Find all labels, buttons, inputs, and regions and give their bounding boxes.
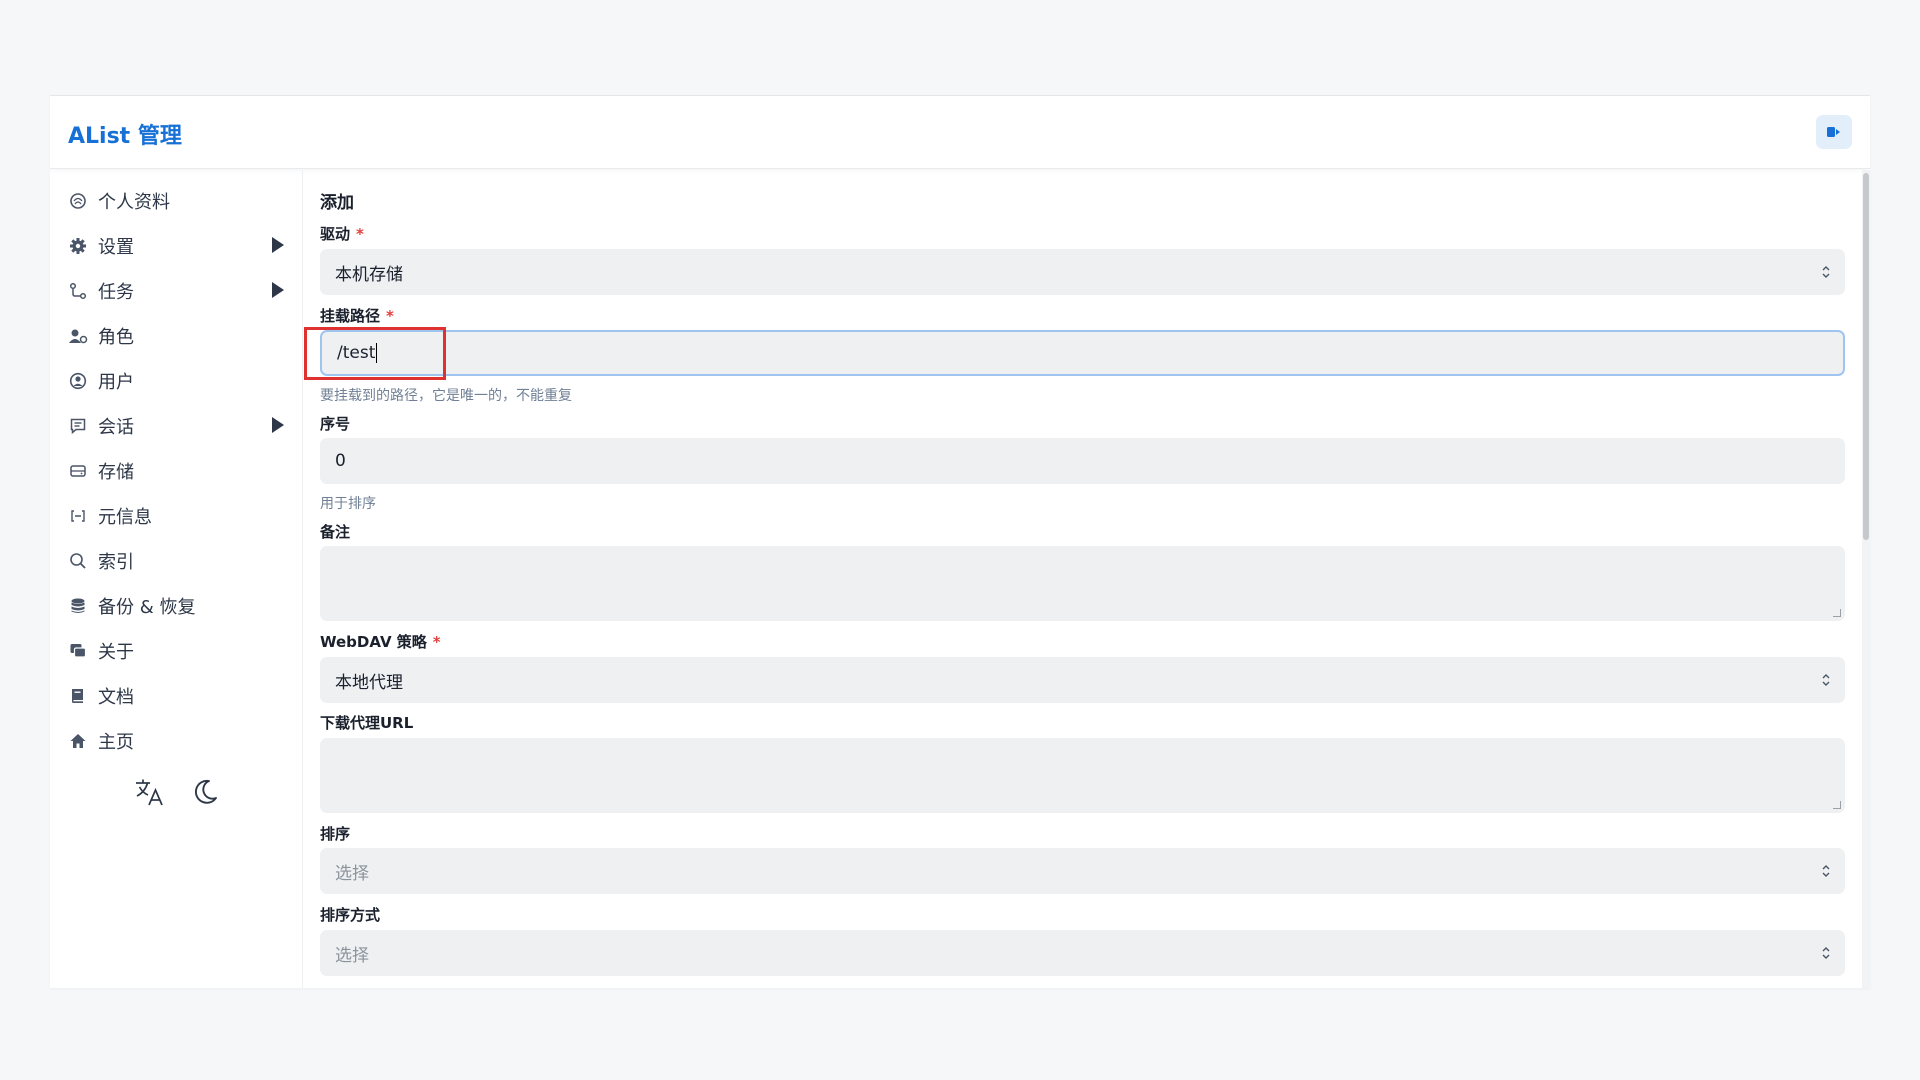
- gear-icon: [68, 236, 88, 256]
- resize-handle-icon[interactable]: [1833, 609, 1841, 617]
- sidebar-item-tasks[interactable]: 任务: [50, 268, 302, 313]
- sidebar-item-label: 个人资料: [98, 191, 170, 213]
- main-scrollbar[interactable]: [1862, 170, 1870, 988]
- driver-label: 驱动 *: [320, 225, 364, 243]
- sidebar-item-label: 主页: [98, 731, 134, 753]
- chevron-updown-icon: [1822, 674, 1830, 686]
- sort-select-placeholder: 选择: [335, 863, 369, 884]
- storage-icon: [68, 461, 88, 481]
- webdav-select-value: 本地代理: [335, 672, 403, 693]
- book-icon: [68, 686, 88, 706]
- sidebar-item-home[interactable]: 主页: [50, 718, 302, 763]
- logout-button[interactable]: [1816, 115, 1852, 149]
- search-icon: [68, 551, 88, 571]
- sort-direction-label: 排序方式: [320, 906, 381, 924]
- mount-path-hint: 要挂载到的路径，它是唯一的，不能重复: [320, 388, 572, 404]
- sidebar-tools: [132, 775, 222, 809]
- logout-icon: [1827, 127, 1840, 137]
- webdav-select[interactable]: 本地代理: [320, 657, 1845, 703]
- sort-select[interactable]: 选择: [320, 848, 1845, 894]
- profile-icon: [68, 191, 88, 211]
- remark-textarea[interactable]: [320, 546, 1845, 621]
- expand-arrow-icon[interactable]: [272, 282, 284, 298]
- sidebar-item-label: 存储: [98, 461, 134, 483]
- form-title: 添加: [320, 193, 354, 213]
- order-value: 0: [335, 451, 346, 471]
- chevron-updown-icon: [1822, 865, 1830, 877]
- dark-mode-icon[interactable]: [188, 775, 222, 809]
- remark-label: 备注: [320, 523, 351, 541]
- sort-direction-select[interactable]: 选择: [320, 930, 1845, 976]
- tasks-icon: [68, 281, 88, 301]
- sidebar-item-docs[interactable]: 文档: [50, 673, 302, 718]
- mount-path-label: 挂载路径 *: [320, 307, 394, 325]
- sidebar-item-label: 设置: [98, 236, 134, 258]
- home-icon: [68, 731, 88, 751]
- sidebar-item-sessions[interactable]: 会话: [50, 403, 302, 448]
- sidebar-item-label: 用户: [98, 371, 134, 393]
- sidebar-item-label: 会话: [98, 416, 134, 438]
- driver-select-value: 本机存储: [335, 264, 403, 285]
- proxy-url-label: 下载代理URL: [320, 714, 414, 732]
- sidebar-item-label: 索引: [98, 551, 134, 573]
- sidebar-item-profile[interactable]: 个人资料: [50, 178, 302, 223]
- session-icon: [68, 416, 88, 436]
- text-caret: [376, 343, 378, 363]
- sidebar-item-label: 任务: [98, 281, 134, 303]
- mount-path-input[interactable]: /test: [320, 330, 1845, 376]
- sort-direction-placeholder: 选择: [335, 945, 369, 966]
- sidebar-item-label: 文档: [98, 686, 134, 708]
- sidebar-item-meta[interactable]: 元信息: [50, 493, 302, 538]
- order-hint: 用于排序: [320, 496, 376, 512]
- storage-form: 添加 驱动 * 本机存储 挂载路径 * /test 要挂载到的路径，它是唯一的，不能…: [320, 170, 1845, 988]
- resize-handle-icon[interactable]: [1833, 801, 1841, 809]
- sidebar-item-users[interactable]: 用户: [50, 358, 302, 403]
- webdav-label: WebDAV 策略 *: [320, 633, 441, 651]
- sidebar-item-backup[interactable]: 备份 & 恢复: [50, 583, 302, 628]
- sidebar-item-storage[interactable]: 存储: [50, 448, 302, 493]
- sidebar-item-index[interactable]: 索引: [50, 538, 302, 583]
- user-icon: [68, 371, 88, 391]
- expand-arrow-icon[interactable]: [272, 417, 284, 433]
- scrollbar-thumb[interactable]: [1863, 173, 1869, 540]
- mount-path-value: /test: [337, 343, 376, 363]
- sidebar: 个人资料 设置 任务 角色 用户 会话 存储 元信息 索引 备份 & 恢复 关于…: [50, 170, 303, 988]
- driver-select[interactable]: 本机存储: [320, 249, 1845, 295]
- order-label: 序号: [320, 415, 351, 433]
- sidebar-item-label: 关于: [98, 641, 134, 663]
- expand-arrow-icon[interactable]: [272, 237, 284, 253]
- sidebar-item-settings[interactable]: 设置: [50, 223, 302, 268]
- sidebar-item-about[interactable]: 关于: [50, 628, 302, 673]
- sidebar-item-label: 备份 & 恢复: [98, 596, 196, 618]
- translate-icon[interactable]: [132, 775, 166, 809]
- database-icon: [68, 596, 88, 616]
- sidebar-item-label: 元信息: [98, 506, 152, 528]
- app-title: AList 管理: [68, 124, 182, 149]
- sort-label: 排序: [320, 825, 351, 843]
- role-icon: [68, 326, 88, 346]
- proxy-url-textarea[interactable]: [320, 738, 1845, 813]
- header: AList 管理: [50, 96, 1870, 169]
- chevron-updown-icon: [1822, 266, 1830, 278]
- about-icon: [68, 641, 88, 661]
- sidebar-item-label: 角色: [98, 326, 134, 348]
- order-input[interactable]: 0: [320, 438, 1845, 484]
- admin-window: AList 管理 个人资料 设置 任务 角色 用户 会话 存储 元信息 索引 备…: [50, 95, 1870, 988]
- meta-icon: [68, 506, 88, 526]
- sidebar-item-roles[interactable]: 角色: [50, 313, 302, 358]
- chevron-updown-icon: [1822, 947, 1830, 959]
